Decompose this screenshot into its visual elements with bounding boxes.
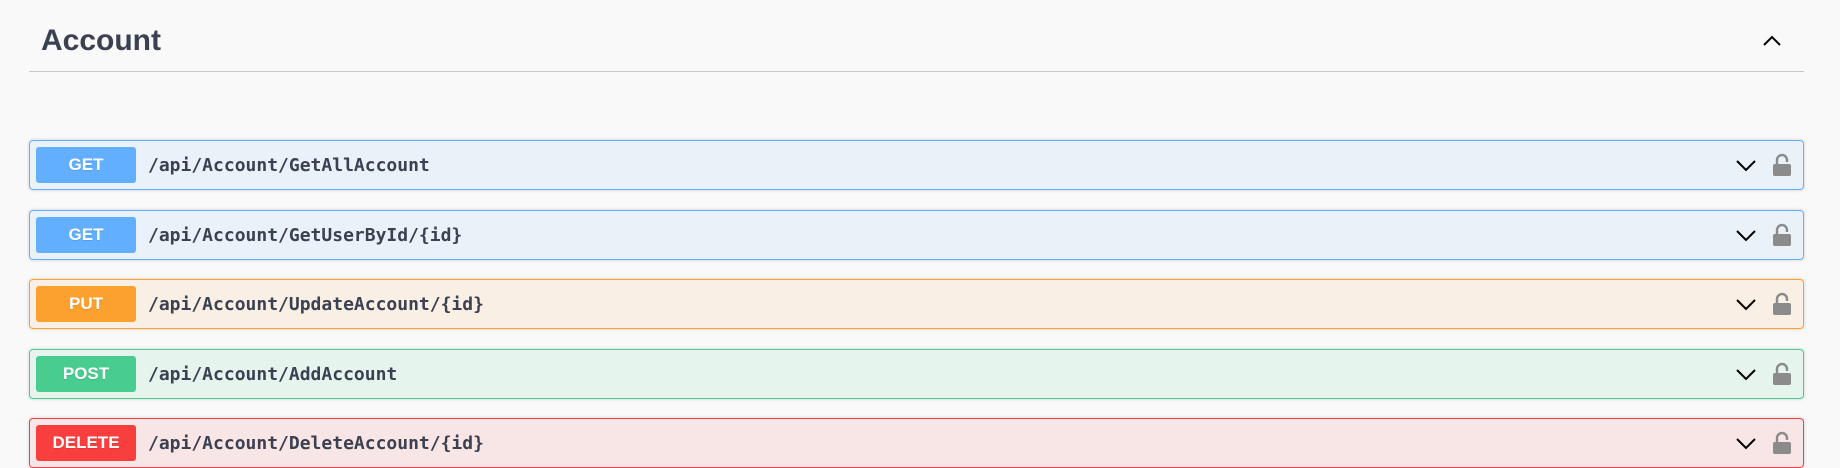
tag-section-account: Account GET /api/Account/GetAllAccount G…	[29, 10, 1804, 468]
operation-row[interactable]: PUT /api/Account/UpdateAccount/{id}	[29, 279, 1804, 329]
lock-icon	[1773, 362, 1791, 385]
method-badge: POST	[36, 356, 136, 392]
method-badge: PUT	[36, 286, 136, 322]
operation-path[interactable]: /api/Account/GetAllAccount	[148, 155, 1731, 176]
operation-path[interactable]: /api/Account/DeleteAccount/{id}	[148, 433, 1731, 454]
authorize-button[interactable]	[1769, 150, 1795, 180]
operation-path[interactable]: /api/Account/AddAccount	[148, 364, 1731, 385]
operation-path[interactable]: /api/Account/UpdateAccount/{id}	[148, 294, 1731, 315]
operation-row[interactable]: GET /api/Account/GetAllAccount	[29, 140, 1804, 190]
method-badge: GET	[36, 147, 136, 183]
chevron-up-icon	[1763, 35, 1781, 46]
operation-actions	[1731, 220, 1795, 250]
operation-path[interactable]: /api/Account/GetUserById/{id}	[148, 225, 1731, 246]
operation-actions	[1731, 289, 1795, 319]
operation-row[interactable]: GET /api/Account/GetUserById/{id}	[29, 210, 1804, 260]
section-title: Account	[41, 23, 161, 57]
chevron-down-icon	[1736, 369, 1756, 381]
operation-row[interactable]: DELETE /api/Account/DeleteAccount/{id}	[29, 418, 1804, 468]
expand-button[interactable]	[1731, 428, 1761, 458]
authorize-button[interactable]	[1769, 220, 1795, 250]
lock-icon	[1773, 153, 1791, 176]
authorize-button[interactable]	[1769, 289, 1795, 319]
method-badge: DELETE	[36, 425, 136, 461]
chevron-down-icon	[1736, 230, 1756, 242]
operation-actions	[1731, 150, 1795, 180]
authorize-button[interactable]	[1769, 428, 1795, 458]
lock-icon	[1773, 292, 1791, 315]
lock-icon	[1773, 223, 1791, 246]
collapse-button[interactable]	[1752, 21, 1792, 61]
operation-row[interactable]: POST /api/Account/AddAccount	[29, 349, 1804, 399]
method-badge: GET	[36, 217, 136, 253]
operation-actions	[1731, 428, 1795, 458]
expand-button[interactable]	[1731, 289, 1761, 319]
authorize-button[interactable]	[1769, 359, 1795, 389]
chevron-down-icon	[1736, 299, 1756, 311]
expand-button[interactable]	[1731, 359, 1761, 389]
chevron-down-icon	[1736, 160, 1756, 172]
operation-actions	[1731, 359, 1795, 389]
section-header[interactable]: Account	[29, 10, 1804, 72]
expand-button[interactable]	[1731, 150, 1761, 180]
expand-button[interactable]	[1731, 220, 1761, 250]
